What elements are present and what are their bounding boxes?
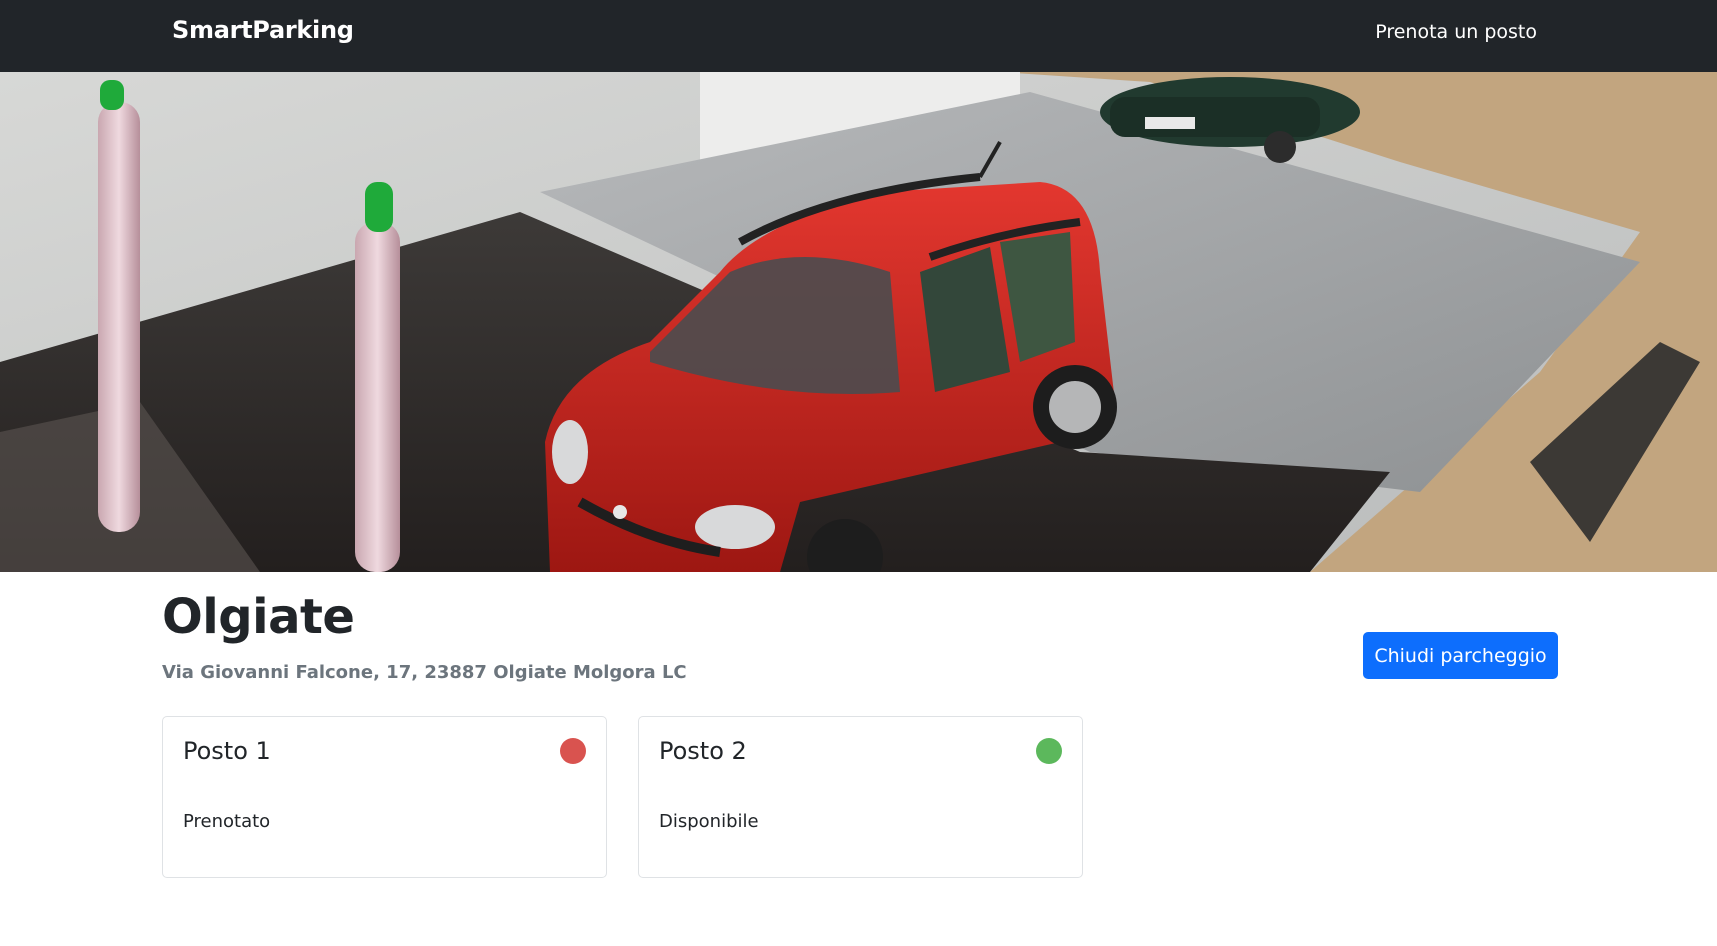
nav-link-book-spot[interactable]: Prenota un posto [1375,21,1537,43]
status-dot-icon [1036,738,1062,764]
spot-card-1: Posto 1 Prenotato [162,716,607,878]
hero-image [0,72,1717,572]
status-dot-icon [560,738,586,764]
parking-address: Via Giovanni Falcone, 17, 23887 Olgiate … [162,662,687,683]
close-parking-button[interactable]: Chiudi parcheggio [1363,632,1558,679]
spot-title: Posto 1 [183,737,271,765]
brand-logo[interactable]: SmartParking [172,16,354,44]
spot-status: Prenotato [183,811,271,832]
spot-card-2: Posto 2 Disponibile [638,716,1083,878]
spot-status: Disponibile [659,811,759,832]
page-title: Olgiate [162,589,355,645]
navbar: SmartParking Prenota un posto [0,0,1717,72]
spot-title: Posto 2 [659,737,747,765]
